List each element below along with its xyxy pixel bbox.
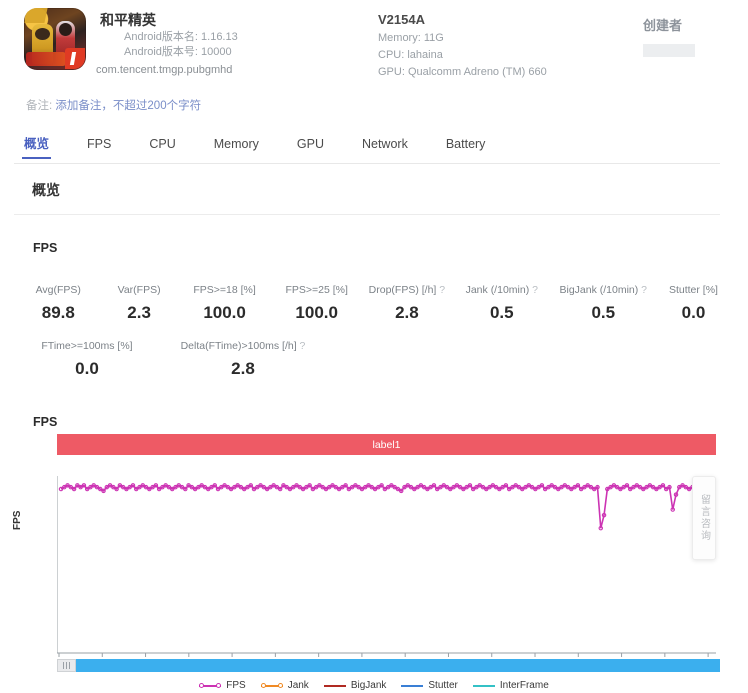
metric-help-icon[interactable]: ? bbox=[638, 284, 647, 296]
legend-swatch bbox=[199, 681, 222, 691]
device-info: V2154A Memory: 11G CPU: lahaina GPU: Qua… bbox=[378, 10, 547, 81]
legend-item[interactable]: InterFrame bbox=[472, 680, 549, 691]
metric-cell: Stutter [%] 0.0 bbox=[655, 283, 732, 328]
metric-cell: FPS>=18 [%] 100.0 bbox=[178, 283, 272, 328]
chart-svg: 0918273646556473829100:0001:0502:1003:15… bbox=[38, 476, 719, 670]
legend-label: Stutter bbox=[428, 680, 458, 691]
metric-label: FPS>=25 [%] bbox=[285, 284, 348, 296]
fps-chart-title: FPS bbox=[33, 415, 58, 429]
fps-chart: label1 0918273646556473829100:0001:0502:… bbox=[16, 430, 732, 680]
metric-label: Stutter [%] bbox=[668, 284, 718, 296]
legend-item[interactable]: FPS bbox=[199, 680, 246, 691]
legend-label: InterFrame bbox=[499, 680, 549, 691]
metric-label: Avg(FPS) bbox=[35, 284, 81, 296]
metric-label: FTime>=100ms [%] bbox=[41, 340, 133, 352]
tab-network[interactable]: Network bbox=[360, 131, 410, 157]
note-label: 备注: bbox=[26, 100, 53, 112]
app-package-name: com.tencent.tmgp.pubgmhd bbox=[96, 64, 233, 76]
metric-value: 2.8 bbox=[231, 359, 255, 378]
legend-item[interactable]: BigJank bbox=[323, 680, 387, 691]
y-axis-title: FPS bbox=[12, 510, 23, 530]
metric-value: 2.3 bbox=[127, 303, 151, 322]
legend-swatch bbox=[472, 681, 495, 691]
slider-track[interactable] bbox=[76, 659, 720, 672]
metric-label: BigJank (/10min) ? bbox=[559, 284, 648, 296]
tab-overview[interactable]: 概览 bbox=[22, 131, 52, 159]
metric-cell: FPS>=25 [%] 100.0 bbox=[272, 283, 362, 328]
legend-label: FPS bbox=[226, 680, 246, 691]
tab-gpu[interactable]: GPU bbox=[295, 131, 326, 157]
divider bbox=[14, 214, 720, 215]
metric-label: Var(FPS) bbox=[117, 284, 161, 296]
metric-value: 0.0 bbox=[75, 359, 99, 378]
add-note-link[interactable]: 添加备注，不超过200个字符 bbox=[55, 100, 201, 112]
metric-value: 100.0 bbox=[203, 303, 246, 322]
metric-label: Delta(FTime)>100ms [/h] ? bbox=[180, 340, 306, 352]
creator-value-redacted bbox=[643, 44, 695, 57]
creator-info: 创建者 bbox=[643, 16, 695, 57]
feedback-side-tab-label: 留言咨询 bbox=[698, 494, 710, 542]
app-info: 和平精英 Android版本名: 1.16.13 Android版本号: 100… bbox=[24, 8, 238, 78]
legend-swatch bbox=[323, 681, 346, 691]
tab-fps[interactable]: FPS bbox=[85, 131, 113, 157]
feedback-side-tab[interactable]: 留言咨询 bbox=[692, 476, 716, 560]
metric-label: Jank (/10min) ? bbox=[465, 284, 538, 296]
metric-value: 0.5 bbox=[489, 303, 514, 322]
slider-grip-handle[interactable] bbox=[57, 659, 76, 672]
tab-battery[interactable]: Battery bbox=[444, 131, 488, 157]
metric-label: FPS>=18 [%] bbox=[193, 284, 256, 296]
metric-value: 0.0 bbox=[681, 303, 706, 322]
page-title: 概览 bbox=[32, 182, 60, 198]
metric-cell: FTime>=100ms [%] 0.0 bbox=[16, 339, 158, 384]
legend-swatch bbox=[260, 681, 283, 691]
game-app-icon bbox=[24, 8, 86, 70]
metrics-row-secondary: FTime>=100ms [%] 0.0 Delta(FTime)>100ms [/… bbox=[16, 339, 732, 384]
device-model: V2154A bbox=[378, 12, 425, 27]
chart-label-band: label1 bbox=[57, 434, 716, 455]
app-name: 和平精英 bbox=[100, 12, 156, 28]
metric-cell: Avg(FPS) 89.8 bbox=[16, 283, 101, 328]
note-row: 备注: 添加备注，不超过200个字符 bbox=[26, 98, 201, 114]
metric-help-icon[interactable]: ? bbox=[297, 340, 306, 352]
metric-cell: Drop(FPS) [/h] ? 2.8 bbox=[362, 283, 452, 328]
metric-value: 0.5 bbox=[591, 303, 616, 322]
legend-label: Jank bbox=[287, 680, 309, 691]
legend-item[interactable]: Jank bbox=[260, 680, 309, 691]
app-root: 和平精英 Android版本名: 1.16.13 Android版本号: 100… bbox=[0, 0, 748, 693]
fps-block-title: FPS bbox=[33, 241, 58, 255]
metric-label: Drop(FPS) [/h] ? bbox=[368, 284, 446, 296]
metric-cell: BigJank (/10min) ? 0.5 bbox=[552, 283, 655, 328]
device-cpu: CPU: lahaina bbox=[378, 49, 443, 61]
metric-cell: Delta(FTime)>100ms [/h] ? 2.8 bbox=[158, 339, 328, 384]
chart-plot-area[interactable]: 0918273646556473829100:0001:0502:1003:15… bbox=[38, 472, 719, 675]
legend-item[interactable]: Stutter bbox=[401, 680, 458, 691]
app-text: 和平精英 Android版本名: 1.16.13 Android版本号: 100… bbox=[96, 8, 238, 78]
chart-range-slider[interactable] bbox=[57, 659, 720, 672]
fps-metrics: Avg(FPS) 89.8 Var(FPS) 2.3 FPS>=18 [%] 100.0 F… bbox=[16, 283, 732, 384]
main-tabbar: 概览 FPS CPU Memory GPU Network Battery bbox=[14, 131, 720, 164]
app-version-code: Android版本号: 10000 bbox=[124, 46, 232, 58]
metric-value: 2.8 bbox=[395, 303, 419, 322]
legend-swatch bbox=[401, 681, 424, 691]
metric-cell: Jank (/10min) ? 0.5 bbox=[452, 283, 552, 328]
metric-help-icon[interactable]: ? bbox=[436, 284, 445, 296]
chart-legend: FPS Jank BigJank Stutter InterFrame bbox=[0, 678, 748, 693]
tab-cpu[interactable]: CPU bbox=[147, 131, 177, 157]
tab-memory[interactable]: Memory bbox=[212, 131, 261, 157]
metric-cell: Var(FPS) 2.3 bbox=[101, 283, 178, 328]
metrics-row-primary: Avg(FPS) 89.8 Var(FPS) 2.3 FPS>=18 [%] 100.0 F… bbox=[16, 283, 732, 328]
metric-value: 89.8 bbox=[41, 303, 75, 322]
header: 和平精英 Android版本名: 1.16.13 Android版本号: 100… bbox=[0, 0, 748, 90]
app-version-name: Android版本名: 1.16.13 bbox=[124, 31, 238, 43]
creator-label: 创建者 bbox=[643, 18, 683, 33]
legend-label: BigJank bbox=[350, 680, 387, 691]
device-gpu: GPU: Qualcomm Adreno (TM) 660 bbox=[378, 66, 547, 78]
device-memory: Memory: 11G bbox=[378, 32, 444, 44]
metric-help-icon[interactable]: ? bbox=[529, 284, 538, 296]
metric-value: 100.0 bbox=[295, 303, 338, 322]
